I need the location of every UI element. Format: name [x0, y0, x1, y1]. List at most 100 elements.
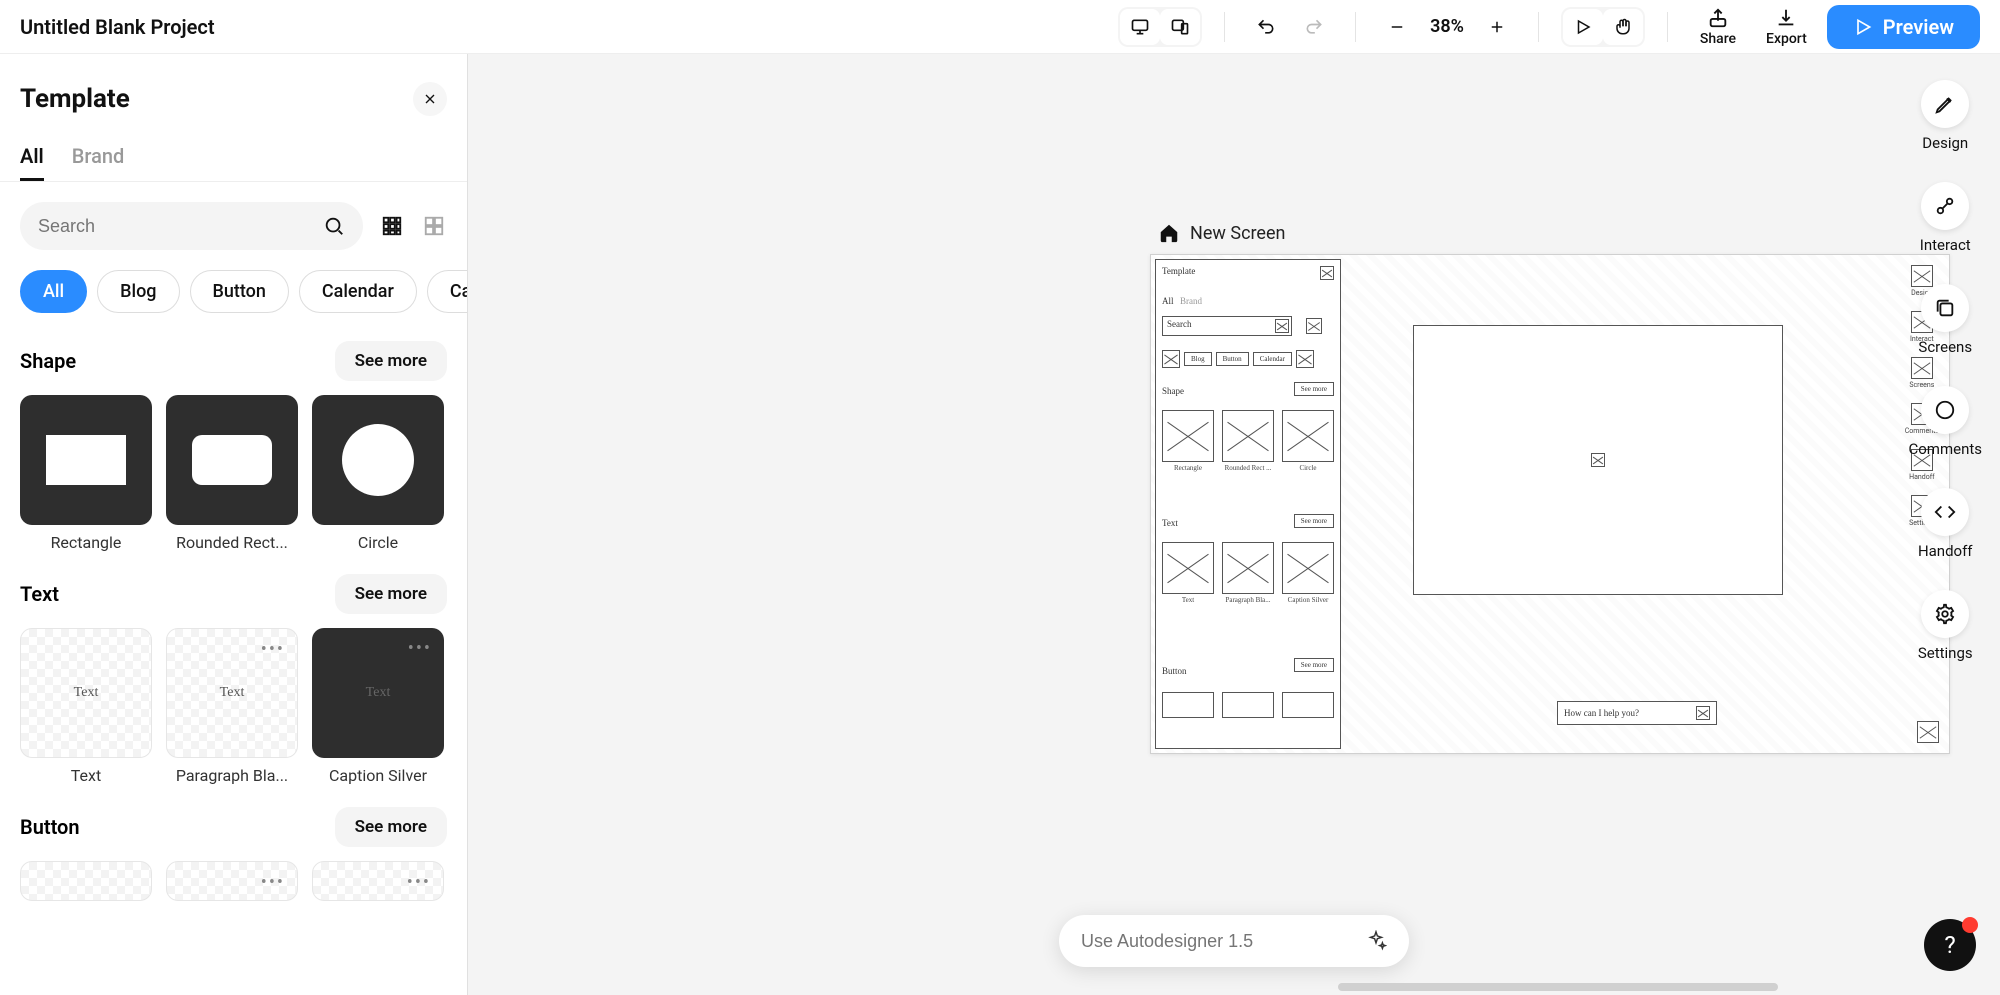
rail-design[interactable]: Design	[1921, 80, 1969, 152]
item-label: Rounded Rect...	[166, 533, 298, 552]
search-box[interactable]	[20, 202, 363, 250]
cursor-mode-toggle	[1561, 7, 1645, 47]
section-shape-title: Shape	[20, 349, 76, 373]
divider	[1355, 12, 1356, 42]
tab-all[interactable]: All	[20, 134, 44, 181]
link-icon	[1934, 195, 1956, 217]
see-more-text[interactable]: See more	[335, 574, 447, 614]
responsive-view-button[interactable]	[1160, 9, 1200, 45]
template-button-2[interactable]: •••	[166, 861, 298, 901]
template-text[interactable]: Text Text	[20, 628, 152, 785]
horizontal-scrollbar[interactable]	[1338, 983, 1778, 991]
code-icon	[1934, 501, 1956, 523]
panel-title: Template	[20, 84, 130, 114]
zoom-out-button[interactable]	[1378, 8, 1416, 46]
rail-screens[interactable]: Screens	[1918, 284, 1972, 356]
right-tool-rail: Design Interact Screens Comments Handoff…	[1908, 80, 1982, 662]
wf-panel-title: Template	[1162, 266, 1195, 276]
grid-small-icon	[381, 215, 403, 237]
desktop-view-button[interactable]	[1120, 9, 1160, 45]
autodesigner-bar[interactable]	[1059, 915, 1409, 967]
rail-handoff[interactable]: Handoff	[1918, 488, 1973, 560]
wf-prompt-bar: How can I help you?	[1557, 701, 1717, 725]
autodesigner-input[interactable]	[1081, 931, 1353, 952]
template-caption-silver[interactable]: •••Text Caption Silver	[312, 628, 444, 785]
wf-seemore-3: See more	[1294, 658, 1334, 672]
sparkle-icon	[1365, 930, 1387, 952]
dots-icon: •••	[261, 639, 285, 660]
see-more-shape[interactable]: See more	[335, 341, 447, 381]
screen-breadcrumb[interactable]: New Screen	[1158, 222, 1285, 244]
device-toggle	[1118, 7, 1202, 47]
devices-icon	[1170, 17, 1190, 37]
export-button[interactable]: Export	[1756, 7, 1817, 47]
wf-thumb	[1222, 542, 1274, 594]
see-more-button[interactable]: See more	[335, 807, 447, 847]
chip-all[interactable]: All	[20, 270, 87, 313]
template-button-1[interactable]	[20, 861, 152, 901]
hand-mode-button[interactable]	[1603, 9, 1643, 45]
close-panel-button[interactable]	[413, 82, 447, 116]
wf-left-panel: Template All Brand Search Blog Button Ca…	[1155, 259, 1341, 749]
home-icon	[1158, 222, 1180, 244]
zoom-level[interactable]: 38%	[1430, 16, 1464, 37]
rail-comments[interactable]: Comments	[1908, 386, 1982, 458]
rail-interact[interactable]: Interact	[1920, 182, 1971, 254]
preview-button[interactable]: Preview	[1827, 5, 1980, 49]
template-rounded-rectangle[interactable]: Rounded Rect...	[166, 395, 298, 552]
artboard[interactable]: Template All Brand Search Blog Button Ca…	[1150, 254, 1950, 754]
chip-blog[interactable]: Blog	[97, 270, 179, 313]
tab-brand[interactable]: Brand	[72, 134, 125, 181]
template-button-3[interactable]: •••	[312, 861, 444, 901]
chip-calendar[interactable]: Calendar	[299, 270, 417, 313]
project-title[interactable]: Untitled Blank Project	[20, 15, 215, 39]
share-button[interactable]: Share	[1690, 7, 1746, 47]
redo-button[interactable]	[1295, 8, 1333, 46]
pencil-icon	[1934, 93, 1956, 115]
help-button[interactable]: ?	[1924, 919, 1976, 971]
item-label: Caption Silver	[312, 766, 444, 785]
section-shape: Shape See more Rectangle Rounded Rect...…	[0, 323, 467, 556]
chip-more[interactable]: Ca	[427, 270, 467, 313]
grid-small-button[interactable]	[379, 213, 405, 239]
wf-button-title: Button	[1162, 666, 1187, 676]
wf-text-title: Text	[1162, 518, 1178, 528]
wf-chip-icon	[1162, 350, 1180, 368]
search-input[interactable]	[38, 216, 313, 237]
undo-button[interactable]	[1247, 8, 1285, 46]
chip-button[interactable]: Button	[190, 270, 289, 313]
plus-icon	[1488, 18, 1506, 36]
item-label: Text	[20, 766, 152, 785]
screen-name: New Screen	[1190, 223, 1285, 244]
grid-large-button[interactable]	[421, 213, 447, 239]
rail-settings[interactable]: Settings	[1918, 590, 1973, 662]
rectangle-icon	[46, 435, 126, 485]
rounded-rectangle-icon	[192, 435, 272, 485]
play-icon	[1853, 17, 1873, 37]
category-chips: All Blog Button Calendar Ca	[0, 270, 467, 323]
zoom-in-button[interactable]	[1478, 8, 1516, 46]
divider	[1667, 12, 1668, 42]
canvas[interactable]: New Screen Template All Brand Search Blo…	[468, 54, 2000, 995]
template-paragraph-black[interactable]: •••Text Paragraph Bla...	[166, 628, 298, 785]
wf-search-icon	[1275, 319, 1289, 333]
template-panel: Template All Brand All Blog Button	[0, 54, 468, 995]
wf-placeholder-icon	[1591, 453, 1605, 467]
section-text-title: Text	[20, 582, 59, 606]
comment-icon	[1934, 399, 1956, 421]
minus-icon	[1388, 18, 1406, 36]
wf-thumb	[1162, 542, 1214, 594]
wf-tab-brand: Brand	[1180, 296, 1202, 306]
item-label: Circle	[312, 533, 444, 552]
wf-close-icon	[1320, 266, 1334, 280]
dots-icon: •••	[408, 638, 432, 659]
play-icon	[1574, 18, 1592, 36]
wf-help-icon	[1917, 721, 1939, 743]
text-thumb: Text	[220, 685, 245, 701]
panel-tabs: All Brand	[0, 134, 467, 182]
section-button: Button See more ••• •••	[0, 789, 467, 905]
play-mode-button[interactable]	[1563, 9, 1603, 45]
search-icon	[323, 215, 345, 237]
template-rectangle[interactable]: Rectangle	[20, 395, 152, 552]
template-circle[interactable]: Circle	[312, 395, 444, 552]
